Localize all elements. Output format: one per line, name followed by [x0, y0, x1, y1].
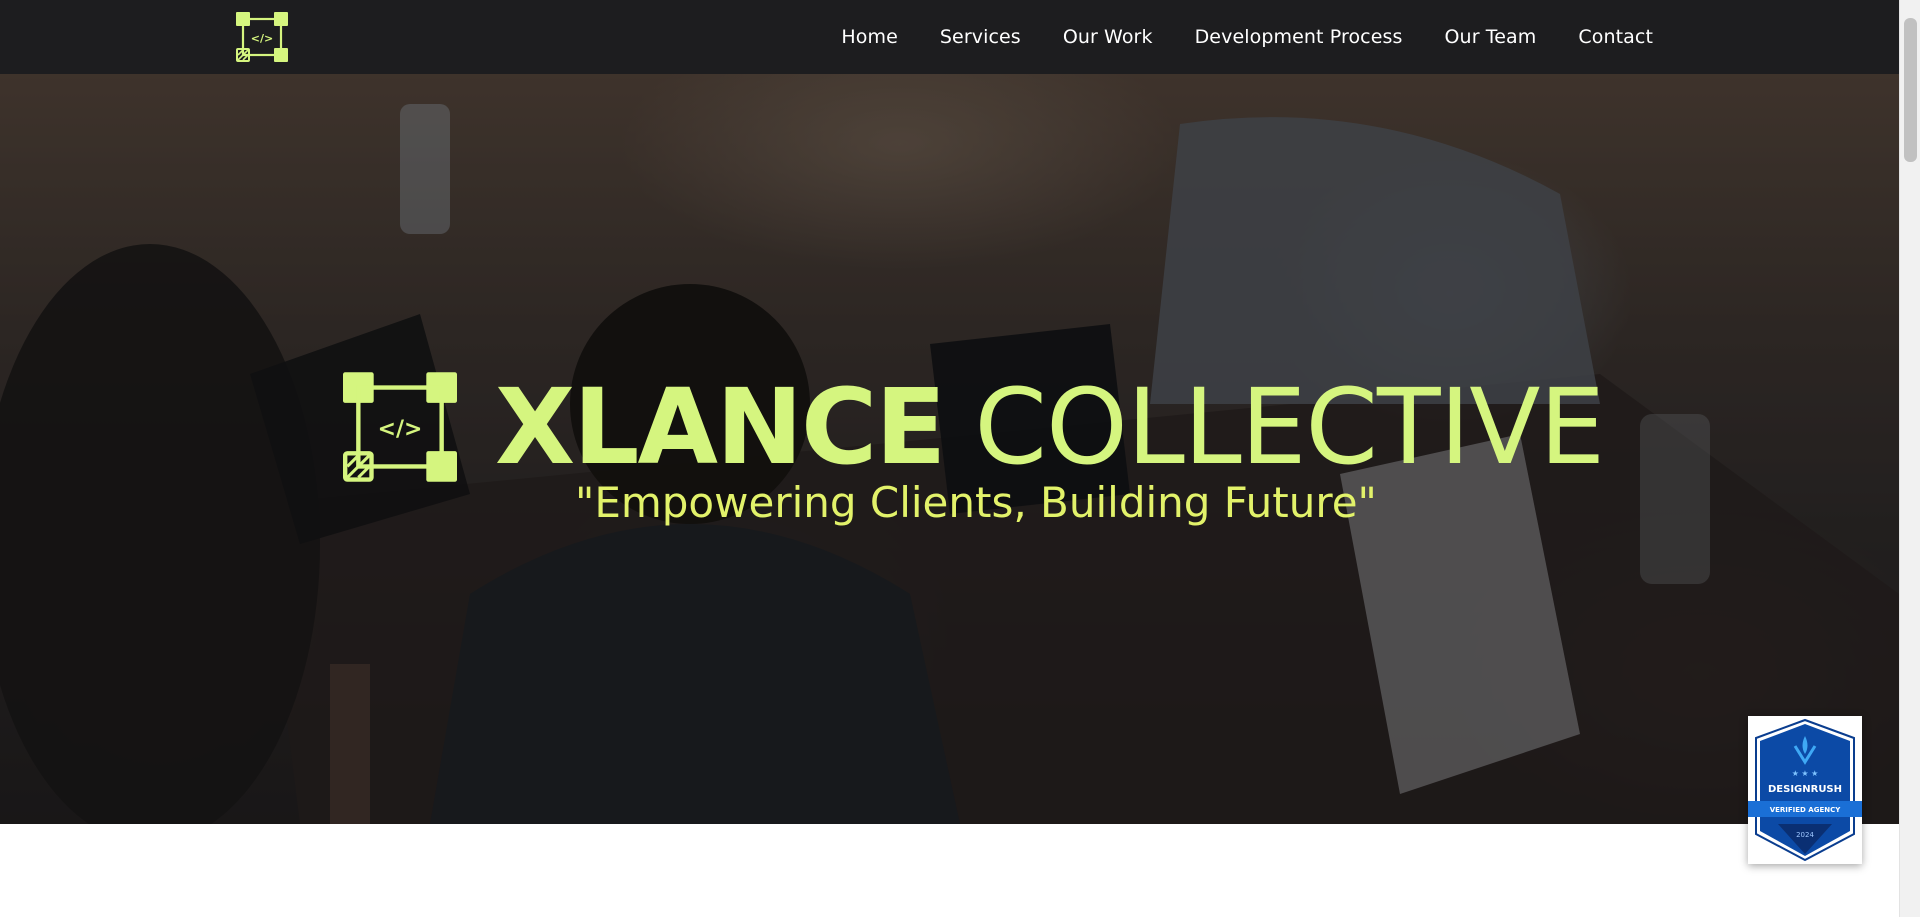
nav-item-our-work[interactable]: Our Work [1063, 26, 1153, 48]
main-menu: Home Services Our Work Development Proce… [799, 0, 1653, 74]
hero-tagline: "Empowering Clients, Building Future" [575, 478, 1377, 527]
page: </> Home Services Our Work Development P… [0, 0, 1920, 917]
brand-name-light: COLLECTIVE [974, 366, 1605, 488]
svg-text:</>: </> [251, 32, 273, 45]
designrush-verified-badge[interactable]: ★ ★ ★ DESIGNRUSH VERIFIED AGENCY 2024 [1748, 716, 1862, 864]
svg-text:2024: 2024 [1796, 831, 1814, 839]
hero-brand: </> XLANCE COLLECTIVE [343, 366, 1605, 488]
code-grid-logo-icon: </> [343, 372, 457, 482]
top-navbar: </> Home Services Our Work Development P… [0, 0, 1899, 74]
nav-item-services[interactable]: Services [940, 26, 1021, 48]
svg-text:★ ★ ★: ★ ★ ★ [1792, 769, 1819, 778]
svg-text:</>: </> [378, 417, 423, 442]
svg-text:DESIGNRUSH: DESIGNRUSH [1768, 784, 1842, 795]
hero-section: </> XLANCE COLLECTIVE "Empowering Client… [0, 74, 1899, 824]
nav-item-home[interactable]: Home [841, 26, 898, 48]
svg-text:VERIFIED AGENCY: VERIFIED AGENCY [1770, 806, 1842, 814]
scrollbar-thumb[interactable] [1904, 18, 1917, 162]
nav-item-our-team[interactable]: Our Team [1445, 26, 1537, 48]
nav-item-development-process[interactable]: Development Process [1195, 26, 1403, 48]
nav-item-contact[interactable]: Contact [1578, 26, 1653, 48]
code-grid-logo-icon[interactable]: </> [236, 12, 288, 62]
brand-name-bold: XLANCE [495, 366, 946, 488]
page-scrollbar[interactable] [1899, 0, 1920, 917]
